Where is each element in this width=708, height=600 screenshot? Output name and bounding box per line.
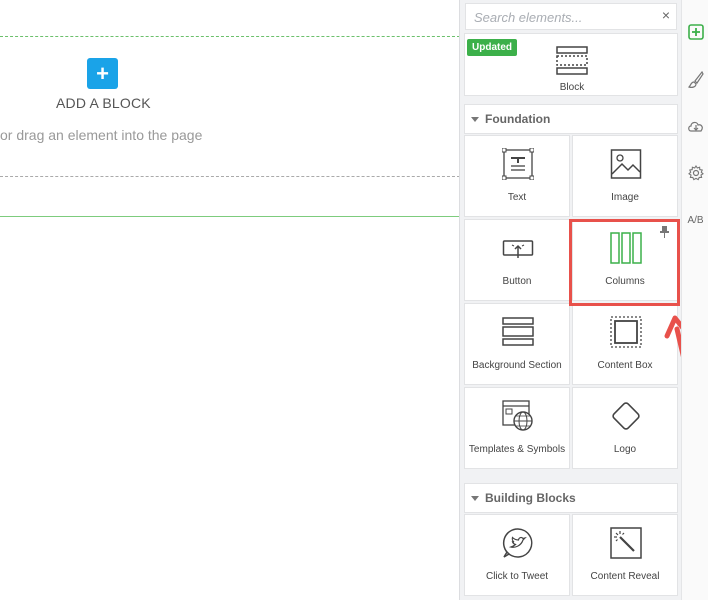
block-boundary-top [0,36,460,37]
ab-test-icon: A/B [687,214,704,226]
building-blocks-section-header[interactable]: Building Blocks [464,483,678,513]
text-icon [502,148,534,180]
button-icon [502,240,534,258]
rail-ab-test-button[interactable]: A/B [682,202,708,238]
search-input[interactable] [474,8,654,26]
block-icon [556,46,588,75]
foundation-section-header[interactable]: Foundation [464,104,678,134]
close-icon[interactable]: × [662,7,670,23]
drop-zone-divider [0,176,460,177]
logo-icon [612,402,640,430]
element-tile-text[interactable]: Text [464,135,570,217]
right-toolbar: A/B [681,0,708,600]
element-tile-button[interactable]: Button [464,219,570,301]
chevron-down-icon [471,116,479,122]
templates-symbols-icon [502,400,533,431]
element-tile-background-section[interactable]: Background Section [464,303,570,385]
section-title: Building Blocks [485,491,576,505]
chevron-down-icon [471,495,479,501]
rail-cloud-button[interactable] [682,108,708,144]
add-block-button[interactable]: + [87,58,118,89]
element-label: Columns [605,276,645,287]
element-tile-click-to-tweet[interactable]: Click to Tweet [464,514,570,596]
search-box: × [465,3,677,30]
elements-panel: × Updated Block Foundation [459,0,682,600]
pin-icon[interactable] [660,226,669,241]
element-label: Text [507,192,527,203]
element-tile-image[interactable]: Image [572,135,678,217]
element-label: Button [502,276,532,287]
element-tile-templates-symbols[interactable]: Templates & Symbols [464,387,570,469]
add-icon [687,24,704,40]
element-label: Click to Tweet [485,571,549,582]
section-title: Foundation [485,112,551,126]
block-label: Block [559,82,585,93]
add-block-label[interactable]: ADD A BLOCK [56,95,151,111]
drag-hint-text: or drag an element into the page [0,127,203,143]
element-tile-columns[interactable]: Columns [572,219,678,301]
element-label: Templates & Symbols [468,444,566,455]
element-label: Background Section [472,360,562,371]
page-canvas[interactable]: + ADD A BLOCK or drag an element into th… [0,0,460,600]
block-tile[interactable]: Updated Block [464,33,678,96]
gear-icon [687,165,704,181]
block-boundary-bottom [0,216,460,217]
magic-wand-icon [610,527,642,559]
rail-style-button[interactable] [682,62,708,98]
rail-settings-button[interactable] [682,155,708,191]
element-tile-content-reveal[interactable]: Content Reveal [572,514,678,596]
columns-icon [610,232,642,264]
element-label: Logo [613,444,637,455]
brush-icon [687,71,704,88]
element-label: Image [611,192,639,203]
element-tile-content-box[interactable]: Content Box [572,303,678,385]
element-label: Content Reveal [590,571,660,582]
cloud-download-icon [687,121,703,132]
content-box-icon [610,316,642,348]
background-section-icon [502,317,534,346]
image-icon [610,149,642,179]
twitter-icon [502,528,533,558]
updated-badge: Updated [467,39,517,56]
element-label: Content Box [597,360,653,371]
rail-add-button[interactable] [682,14,708,50]
element-tile-logo[interactable]: Logo [572,387,678,469]
